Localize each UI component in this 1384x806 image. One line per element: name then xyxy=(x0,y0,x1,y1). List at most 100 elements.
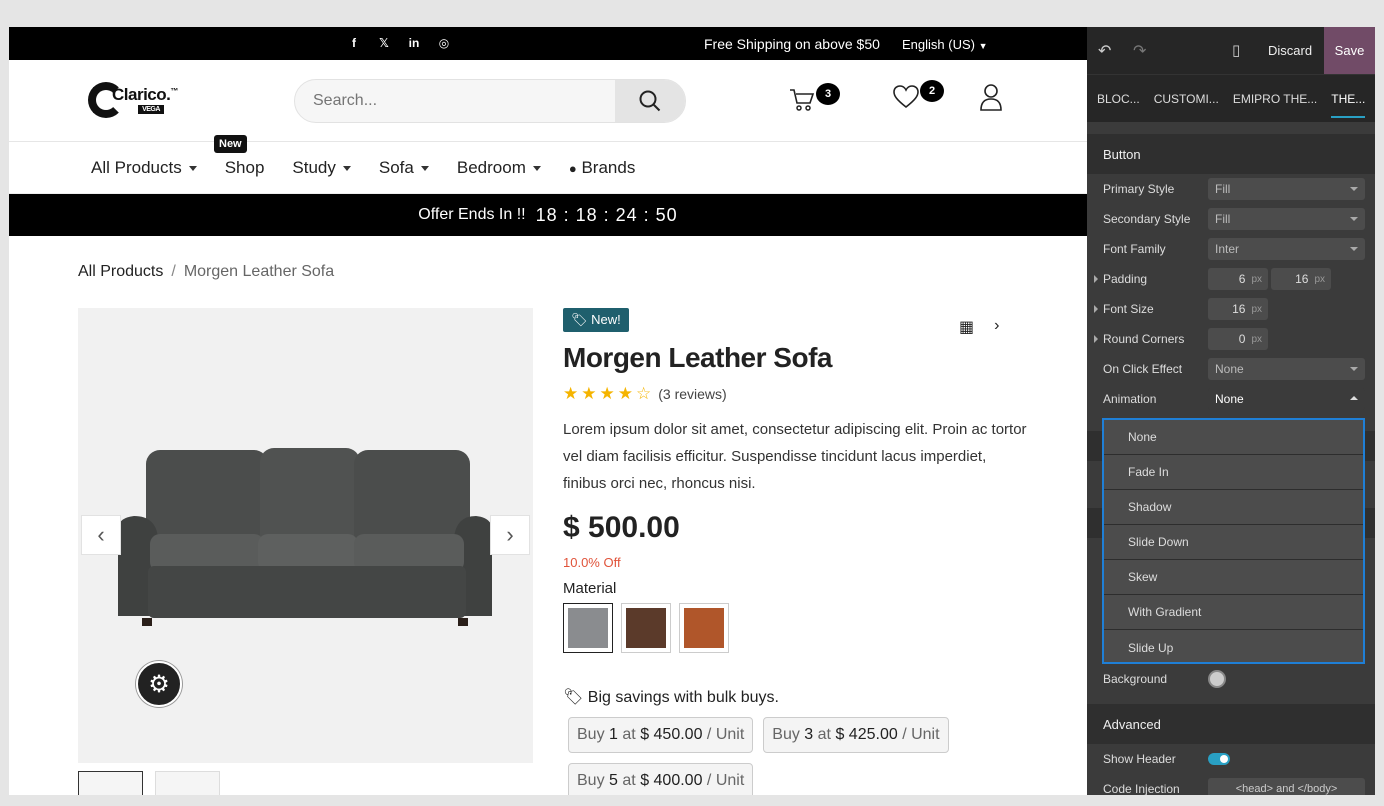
show-header-toggle[interactable] xyxy=(1208,753,1230,765)
padding-vertical-input[interactable]: 6 px xyxy=(1208,268,1268,290)
facebook-icon[interactable]: f xyxy=(347,36,361,50)
tab-customize[interactable]: CUSTOMI... xyxy=(1154,92,1219,106)
menu-item-shadow[interactable]: Shadow xyxy=(1104,490,1363,525)
breadcrumb-parent[interactable]: All Products xyxy=(78,263,163,280)
nav-item-study[interactable]: Study xyxy=(292,158,350,178)
account-button[interactable] xyxy=(979,83,1003,116)
animation-select[interactable]: None xyxy=(1208,388,1365,410)
row-round-corners[interactable]: Round Corners 0 px xyxy=(1094,328,1365,350)
font-size-input[interactable]: 16 px xyxy=(1208,298,1268,320)
logo-sub: VEGA xyxy=(138,105,164,114)
logo-name: Clarico. xyxy=(112,85,171,104)
row-on-click-effect: On Click Effect None xyxy=(1103,358,1365,380)
background-label: Background xyxy=(1103,672,1168,686)
padding-h-value: 16 xyxy=(1295,272,1309,286)
font-size-label: Font Size xyxy=(1103,302,1154,316)
menu-item-fade-in[interactable]: Fade In xyxy=(1104,455,1363,490)
material-swatches xyxy=(563,603,1033,653)
undo-icon[interactable]: ↶ xyxy=(1098,41,1111,61)
cart-button[interactable]: 3 xyxy=(789,83,840,118)
tier-price: $ 425.00 xyxy=(835,726,898,743)
linkedin-icon[interactable]: in xyxy=(407,36,421,50)
row-code-injection: Code Injection <head> and </body> xyxy=(1103,778,1365,795)
row-secondary-style: Secondary Style Fill xyxy=(1103,208,1365,230)
bulk-label: Big savings with bulk buys. xyxy=(587,689,779,706)
shipping-notice: Free Shipping on above $50 xyxy=(704,36,880,52)
swatch-tan[interactable] xyxy=(679,603,729,653)
product-info: 🏷 New! Morgen Leather Sofa ★ ★ ★ ★ ☆ (3 … xyxy=(563,308,1033,795)
padding-v-value: 6 xyxy=(1238,272,1246,286)
logo-tm: ™ xyxy=(170,86,178,96)
language-label: English (US) xyxy=(902,37,975,52)
menu-item-slide-down[interactable]: Slide Down xyxy=(1104,525,1363,560)
show-header-label: Show Header xyxy=(1103,752,1176,766)
logo[interactable]: Clarico.™ VEGA xyxy=(88,82,178,118)
search-input[interactable] xyxy=(295,80,615,122)
nav-item-brands: Brands xyxy=(581,158,636,177)
prev-image-button[interactable]: ‹ xyxy=(81,515,121,555)
bulk-tiers: Buy 1 at $ 450.00 / Unit Buy 3 at $ 425.… xyxy=(563,717,1033,795)
editor-toolbar: ↶ ↷ ▯ Discard Save xyxy=(1087,27,1375,74)
tags-icon: 🏷 xyxy=(563,689,584,706)
bulk-tier[interactable]: Buy 3 at $ 425.00 / Unit xyxy=(763,717,949,753)
on-click-select[interactable]: None xyxy=(1208,358,1365,380)
tab-theme[interactable]: THE... xyxy=(1331,92,1366,118)
thumbnail[interactable] xyxy=(155,771,220,795)
save-button[interactable]: Save xyxy=(1324,27,1375,74)
nav-item-sofa[interactable]: Sofa xyxy=(379,158,429,178)
swatch-brown[interactable] xyxy=(621,603,671,653)
discount-label: 10.0% Off xyxy=(563,555,621,570)
tier-buy: Buy xyxy=(577,772,605,789)
swatch-fill xyxy=(568,608,608,648)
breadcrumb: All Products / Morgen Leather Sofa xyxy=(78,263,334,281)
nav-item-all-products[interactable]: All Products xyxy=(91,158,197,178)
instagram-icon[interactable]: ◎ xyxy=(437,36,451,50)
row-padding[interactable]: Padding 6 px 16 px xyxy=(1094,268,1365,290)
menu-item-none[interactable]: None xyxy=(1104,420,1363,455)
tab-blocks[interactable]: BLOC... xyxy=(1097,92,1140,106)
x-twitter-icon[interactable]: 𝕏 xyxy=(377,36,391,50)
search-button[interactable] xyxy=(615,80,685,122)
main-nav: New All Products Shop Study Sofa Bedroom… xyxy=(9,135,1087,194)
swatch-grey[interactable] xyxy=(563,603,613,653)
font-family-select[interactable]: Inter xyxy=(1208,238,1365,260)
nav-item-bedroom[interactable]: Bedroom xyxy=(457,158,541,178)
nav-item-shop[interactable]: Shop xyxy=(225,158,265,178)
thumbnail[interactable] xyxy=(78,771,143,795)
review-count: (3 reviews) xyxy=(658,386,727,402)
language-selector[interactable]: English (US) ▼ xyxy=(902,37,988,52)
padding-horizontal-input[interactable]: 16 px xyxy=(1271,268,1331,290)
product-description: Lorem ipsum dolor sit amet, consectetur … xyxy=(563,421,1027,492)
tab-emipro-theme[interactable]: EMIPRO THE... xyxy=(1233,92,1317,106)
settings-button[interactable]: ⚙ xyxy=(136,661,182,707)
row-font-size[interactable]: Font Size 16 px xyxy=(1094,298,1365,320)
discard-button[interactable]: Discard xyxy=(1268,43,1312,58)
tier-at: at xyxy=(622,772,636,789)
row-font-family: Font Family Inter xyxy=(1103,238,1365,260)
round-corners-label: Round Corners xyxy=(1103,332,1185,346)
menu-item-with-gradient[interactable]: With Gradient xyxy=(1104,595,1363,630)
menu-item-skew[interactable]: Skew xyxy=(1104,560,1363,595)
bulk-tier[interactable]: Buy 5 at $ 400.00 / Unit xyxy=(568,763,754,795)
primary-style-select[interactable]: Fill xyxy=(1208,178,1365,200)
bulk-tier[interactable]: Buy 1 at $ 450.00 / Unit xyxy=(568,717,754,753)
nav-item-brands-wrap[interactable]: ● Brands xyxy=(569,158,635,178)
font-family-label: Font Family xyxy=(1103,242,1166,256)
star-empty-icon: ☆ xyxy=(636,384,652,403)
secondary-style-select[interactable]: Fill xyxy=(1208,208,1365,230)
menu-item-slide-up[interactable]: Slide Up xyxy=(1104,630,1363,665)
font-size-value: 16 xyxy=(1232,302,1246,316)
tier-buy: Buy xyxy=(772,726,800,743)
rating[interactable]: ★ ★ ★ ★ ☆ (3 reviews) xyxy=(563,384,1033,404)
search-bar xyxy=(294,79,686,123)
redo-icon[interactable]: ↷ xyxy=(1133,41,1146,61)
next-image-button[interactable]: › xyxy=(490,515,530,555)
wishlist-button[interactable]: 2 xyxy=(893,80,944,115)
code-injection-button[interactable]: <head> and </body> xyxy=(1208,778,1365,795)
round-corners-input[interactable]: 0 px xyxy=(1208,328,1268,350)
tier-unit: / Unit xyxy=(706,726,745,743)
bulk-savings: 🏷 Big savings with bulk buys. xyxy=(563,687,1033,707)
star-icon: ★ xyxy=(599,384,615,403)
mobile-preview-icon[interactable]: ▯ xyxy=(1232,41,1240,59)
background-color-swatch[interactable] xyxy=(1208,670,1226,688)
